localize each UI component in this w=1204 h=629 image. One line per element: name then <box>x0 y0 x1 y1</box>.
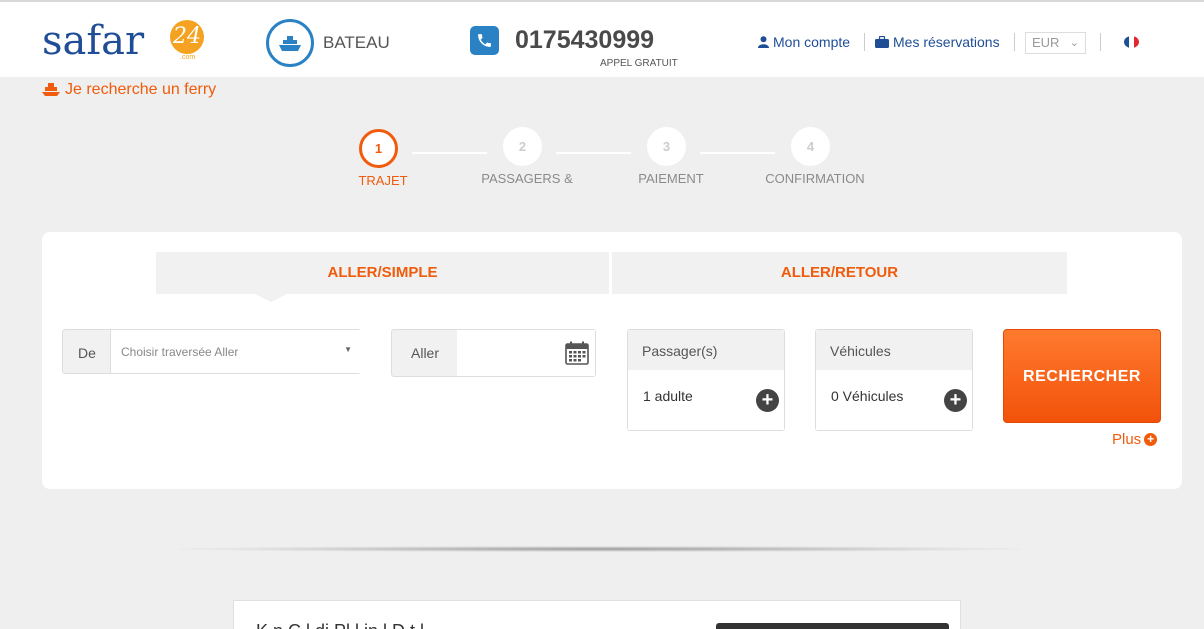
vehicles-label: Véhicules <box>816 330 972 370</box>
site-header: safar 24 .com BATEAU 0175430999 APPEL GR… <box>0 2 1204 77</box>
calendar-icon[interactable] <box>565 341 589 365</box>
divider <box>864 33 865 51</box>
more-label: Plus <box>1112 431 1142 448</box>
vehicles-counter[interactable]: 0 Véhicules + <box>816 370 972 430</box>
search-panel: ALLER/SIMPLE ALLER/RETOUR De Choisir tra… <box>42 232 1182 489</box>
add-vehicle-plus-icon[interactable]: + <box>944 389 967 412</box>
step-4-circle: 4 <box>791 127 830 166</box>
ferry-search-link[interactable]: Je recherche un ferry <box>42 81 216 99</box>
step-2-circle: 2 <box>503 127 542 166</box>
logo-sub: .com <box>180 54 196 61</box>
boat-icon[interactable] <box>266 19 314 67</box>
passengers-counter[interactable]: 1 adulte + <box>628 370 784 430</box>
tab-return[interactable]: ALLER/RETOUR <box>612 252 1067 294</box>
from-label: De <box>78 345 96 361</box>
caret-down-icon: ▼ <box>344 345 352 354</box>
plus-circle-icon: + <box>1144 433 1158 446</box>
chevron-down-icon: ⌄ <box>1069 37 1079 49</box>
currency-value: EUR <box>1032 35 1060 50</box>
currency-select[interactable]: EUR ⌄ <box>1025 32 1086 54</box>
phone-icon <box>470 26 499 55</box>
my-account-label: Mon compte <box>773 34 851 50</box>
divider <box>1014 33 1015 51</box>
divider <box>1100 33 1101 51</box>
step-3-circle: 3 <box>647 127 686 166</box>
my-reservations-link[interactable]: Mes réservations <box>875 34 1000 50</box>
step-connector <box>556 152 631 154</box>
add-passenger-plus-icon[interactable]: + <box>756 389 779 412</box>
logo-badge: 24 <box>170 20 204 54</box>
route-placeholder: Choisir traversée Aller <box>121 345 239 359</box>
date-label: Aller <box>411 345 440 361</box>
vehicles-field: Véhicules 0 Véhicules + <box>815 329 973 431</box>
vehicles-value: 0 Véhicules <box>831 388 904 404</box>
ferry-icon <box>42 83 60 96</box>
step-1-circle: 1 <box>359 129 398 168</box>
user-icon <box>758 36 769 48</box>
step-2-label: PASSAGERS & <box>481 171 573 186</box>
service-label[interactable]: BATEAU <box>323 33 390 53</box>
date-field: Aller <box>391 329 596 377</box>
logo-wordmark: safar <box>42 18 145 64</box>
ferry-link-label: Je recherche un ferry <box>65 81 217 98</box>
passengers-label: Passager(s) <box>628 330 784 370</box>
my-account-link[interactable]: Mon compte <box>758 34 850 50</box>
phone-number[interactable]: 0175430999 <box>515 26 654 55</box>
passengers-field: Passager(s) 1 adulte + <box>627 329 785 431</box>
passengers-value: 1 adulte <box>643 388 693 404</box>
step-3-label: PAIEMENT <box>638 171 704 186</box>
progress-steps: 1 TRAJET 2 PASSAGERS & 3 PAIEMENT 4 CONF… <box>0 125 1204 195</box>
tab-one-way[interactable]: ALLER/SIMPLE <box>156 252 609 294</box>
site-logo[interactable]: safar 24 .com <box>42 16 212 66</box>
content-card: K n C l di Pl l in l D t l <box>233 600 961 629</box>
french-flag-icon[interactable] <box>1124 36 1139 48</box>
departure-date-input[interactable] <box>457 330 595 376</box>
more-options-link[interactable]: Plus + <box>1112 431 1158 448</box>
search-button[interactable]: RECHERCHER <box>1003 329 1161 423</box>
route-select[interactable]: Choisir traversée Aller ▼ <box>110 330 361 373</box>
card-heading: K n C l di Pl l in l D t l <box>256 621 424 629</box>
step-connector <box>412 152 487 154</box>
my-reservations-label: Mes réservations <box>893 34 1000 50</box>
from-field: De Choisir traversée Aller ▼ <box>62 329 361 374</box>
card-dark-block <box>716 623 949 629</box>
active-tab-indicator <box>255 294 287 302</box>
suitcase-icon <box>875 36 889 48</box>
phone-note: APPEL GRATUIT <box>600 58 678 69</box>
step-1-label: TRAJET <box>358 173 408 188</box>
step-4-label: CONFIRMATION <box>765 171 865 186</box>
step-connector <box>700 152 775 154</box>
section-divider-shadow <box>180 546 1020 552</box>
